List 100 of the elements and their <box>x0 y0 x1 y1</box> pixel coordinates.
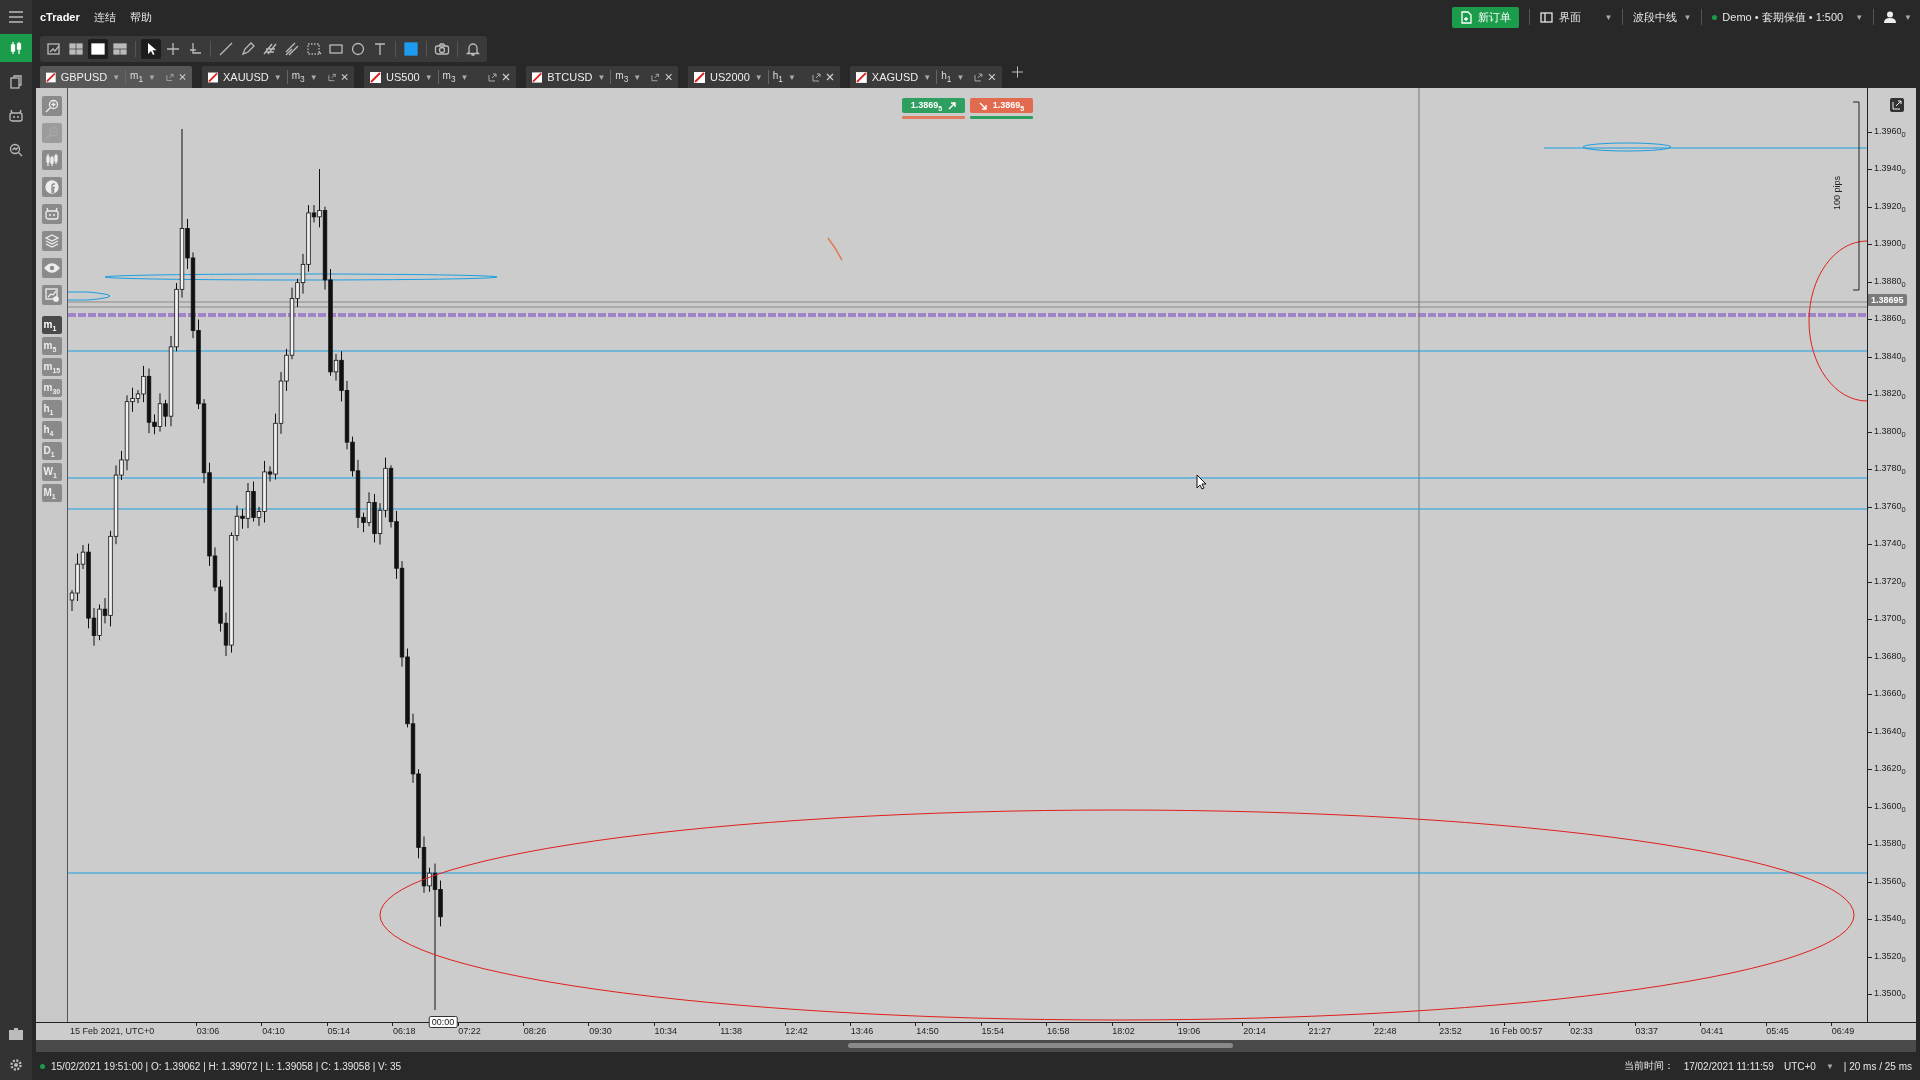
symbol-name[interactable]: BTCUSD <box>547 71 593 83</box>
popout-icon[interactable] <box>1890 98 1904 112</box>
close-icon[interactable] <box>664 73 672 81</box>
layout-button[interactable]: 界面 <box>1539 9 1581 25</box>
user-icon[interactable] <box>1884 11 1897 23</box>
time-label: 22:48 <box>1373 1026 1397 1036</box>
document-plus-icon <box>1459 10 1472 24</box>
menu-item[interactable]: 连结 <box>93 9 116 25</box>
symbol-icon <box>208 71 218 83</box>
measure-icon <box>187 41 203 57</box>
layers-icon <box>43 233 60 249</box>
zoom-in-button[interactable] <box>41 96 62 116</box>
price-label: 1.3560$_{0}$ <box>1874 875 1906 889</box>
share-icon <box>43 179 60 195</box>
layers-button[interactable] <box>41 231 62 251</box>
nav-button[interactable] <box>0 34 32 62</box>
close-icon[interactable] <box>826 73 834 81</box>
single-pane-tool-button[interactable] <box>88 39 108 59</box>
timeframe-label[interactable]: m$_{3}$ <box>286 70 305 84</box>
timeframe-label[interactable]: m$_{1}$ <box>125 70 144 84</box>
dropdown-caret[interactable]: ▼ <box>424 72 433 82</box>
timeframe-label[interactable]: h$_{1}$ <box>767 70 783 84</box>
spread-bar <box>902 116 965 119</box>
bar-info: 15/02/2021 19:51:00 | O: 1.39062 | H: 1.39072 | L: 1.39058 | C: 1.39058 | V: 35 <box>51 1060 402 1072</box>
dropdown-caret[interactable]: ▼ <box>273 72 282 82</box>
symbol-name[interactable]: US2000 <box>710 71 750 83</box>
symbol-name[interactable]: XAUUSD <box>222 71 269 83</box>
dropdown-caret[interactable]: ▼ <box>460 72 469 82</box>
up-arrow-icon <box>948 101 957 110</box>
bell-icon <box>465 41 481 57</box>
dropdown-caret[interactable]: ▼ <box>633 72 642 82</box>
dropdown-caret[interactable]: ▼ <box>1904 12 1912 22</box>
robot-button[interactable] <box>41 204 62 224</box>
timeframe-button[interactable]: m$_{1}$ <box>41 316 62 334</box>
chart-tab[interactable]: BTCUSD ▼ m$_{3}$ ▼ <box>526 66 678 88</box>
chart-settings-icon <box>43 287 60 303</box>
time-label: 15:54 <box>981 1026 1005 1036</box>
color-tool-button[interactable] <box>401 39 421 59</box>
chart-tab[interactable]: XAUUSD ▼ m$_{3}$ ▼ <box>202 66 354 88</box>
symbol-icon <box>856 71 867 83</box>
chart-tab[interactable]: US500 ▼ m$_{3}$ ▼ <box>364 66 516 88</box>
color-icon <box>403 41 419 57</box>
price-label: 1.3820$_{0}$ <box>1874 388 1906 402</box>
timeframe-label[interactable]: m$_{3}$ <box>610 70 629 84</box>
dropdown-caret[interactable]: ▼ <box>923 72 932 82</box>
symbol-name[interactable]: US500 <box>386 71 420 83</box>
menu-item[interactable]: 帮助 <box>129 9 152 25</box>
dropdown-caret[interactable]: ▼ <box>597 72 606 82</box>
chart-tab[interactable]: GBPUSD ▼ m$_{1}$ ▼ <box>40 66 192 88</box>
dropdown-caret[interactable]: ▼ <box>956 72 965 82</box>
zoom-in-icon <box>43 98 60 114</box>
dropdown-caret[interactable]: ▼ <box>1825 1061 1834 1071</box>
grid-icon <box>306 41 322 57</box>
four-pane-icon <box>68 41 84 57</box>
latency-label: | 20 ms / 25 ms <box>1843 1060 1912 1072</box>
popout-icon[interactable] <box>488 72 497 82</box>
eye-icon <box>43 260 60 276</box>
dropdown-caret[interactable]: ▼ <box>754 72 763 82</box>
close-icon[interactable] <box>502 73 510 81</box>
briefcase-icon[interactable] <box>9 1028 23 1040</box>
time-label: 09:30 <box>589 1026 612 1036</box>
workspace-dropdown[interactable]: 波段中线 ▼ <box>1633 9 1692 25</box>
timeframe-label[interactable]: m$_{3}$ <box>437 70 456 84</box>
candles-button[interactable] <box>41 150 62 170</box>
timezone-label[interactable]: UTC+0 <box>1783 1060 1816 1072</box>
popout-icon[interactable] <box>812 72 821 82</box>
close-icon[interactable] <box>988 73 996 81</box>
app-name: cTrader <box>40 11 80 23</box>
symbol-name[interactable]: XAGUSD <box>871 71 919 83</box>
scrollbar[interactable] <box>36 1040 1916 1052</box>
chart-tab[interactable]: XAGUSD ▼ h$_{1}$ ▼ <box>850 66 1002 88</box>
account-dropdown[interactable]: Demo • 套期保值 • 1:500 ▼ <box>1722 9 1864 25</box>
settings-icon[interactable] <box>9 1058 23 1072</box>
time-label: 21:27 <box>1308 1026 1332 1036</box>
price-label: 1.3860$_{0}$ <box>1874 313 1906 327</box>
chart-tab[interactable]: US2000 ▼ h$_{1}$ ▼ <box>688 66 840 88</box>
dropdown-caret[interactable]: ▼ <box>1604 12 1613 22</box>
sell-button[interactable]: 1.3869$_{5}$ <box>970 98 1033 113</box>
dropdown-caret[interactable]: ▼ <box>309 72 318 82</box>
buy-button[interactable]: 1.3869$_{5}$ <box>902 98 965 113</box>
new-order-button[interactable]: 新订单 <box>1451 6 1519 28</box>
down-arrow-icon <box>978 101 987 110</box>
close-icon[interactable] <box>178 73 186 81</box>
time-label: 04:10 <box>262 1026 285 1036</box>
single-pane-icon <box>90 41 106 57</box>
dropdown-caret[interactable]: ▼ <box>787 72 796 82</box>
menu-icon[interactable] <box>9 11 23 23</box>
pointer-tool-button[interactable] <box>141 39 161 59</box>
symbol-name[interactable]: GBPUSD <box>60 71 108 83</box>
camera-icon <box>434 41 450 57</box>
timeframe-label[interactable]: h$_{1}$ <box>936 70 952 84</box>
eye-button[interactable] <box>41 258 62 278</box>
close-icon[interactable] <box>340 73 348 81</box>
cursor-icon <box>1196 474 1207 490</box>
chart-settings-button[interactable] <box>41 285 62 305</box>
time-label: 16 Feb 00:57 <box>1489 1026 1543 1036</box>
share-button[interactable] <box>41 177 62 197</box>
ellipse-icon <box>350 41 366 57</box>
current-price-tag: 1.38695 <box>1868 294 1907 306</box>
price-label: 1.3900$_{0}$ <box>1874 238 1906 252</box>
